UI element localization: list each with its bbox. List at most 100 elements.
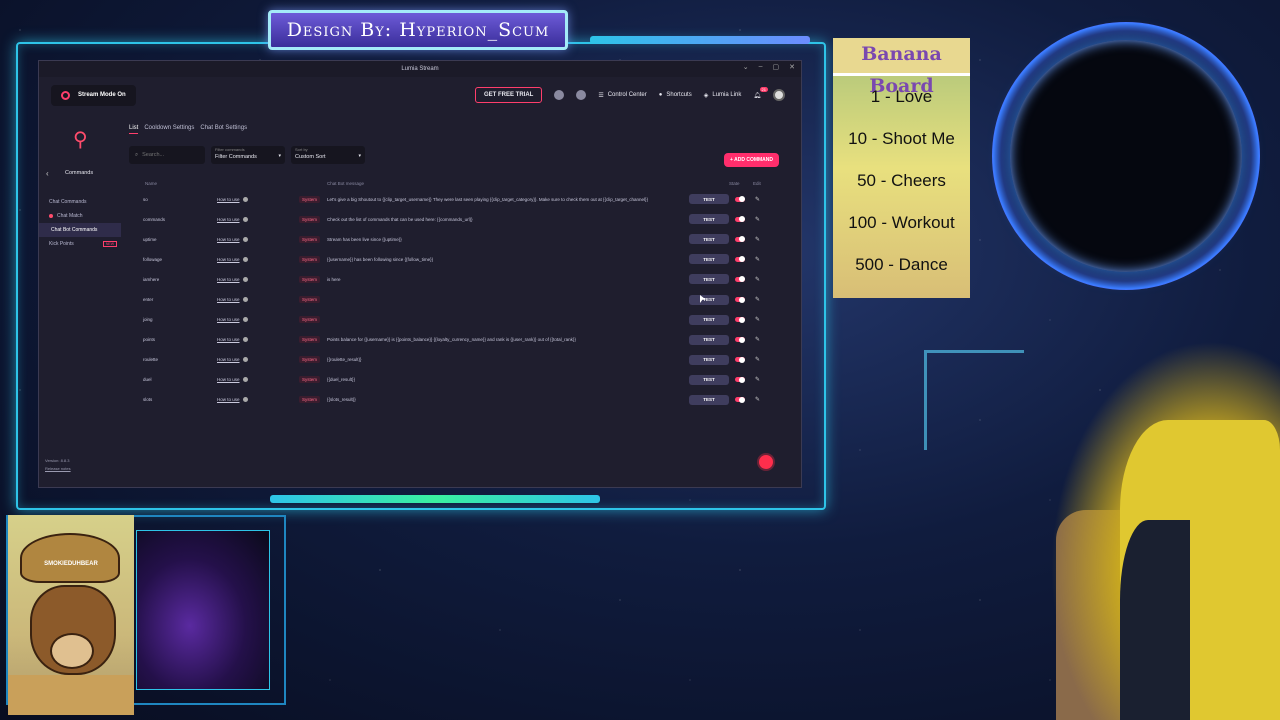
test-button[interactable]: TEST xyxy=(689,314,729,325)
table-row: iamhere How to use System is here TEST ✎ xyxy=(129,269,781,289)
search-input[interactable] xyxy=(142,152,197,158)
test-button[interactable]: TEST xyxy=(689,214,729,225)
edit-pencil-icon[interactable]: ✎ xyxy=(755,196,760,203)
chat-bot-message: {{slots_result}} xyxy=(327,397,356,403)
test-button[interactable]: TEST xyxy=(689,394,729,405)
help-icon[interactable] xyxy=(554,90,565,100)
minimize-button[interactable]: – xyxy=(759,63,763,71)
state-toggle[interactable] xyxy=(735,236,745,243)
sidebar-item-label: Chat Commands xyxy=(49,199,87,205)
test-button[interactable]: TEST xyxy=(689,234,729,245)
help-icon xyxy=(242,297,248,303)
collapse-button[interactable]: ⌄ xyxy=(743,63,749,71)
help-icon xyxy=(242,357,248,363)
chat-match-icon xyxy=(49,214,53,218)
system-badge: System xyxy=(299,235,321,243)
subtabs: List Cooldown Settings Chat Bot Settings xyxy=(129,113,781,134)
how-to-use-link[interactable]: How to use xyxy=(217,216,248,222)
test-button[interactable]: TEST xyxy=(689,334,729,345)
edit-pencil-icon[interactable]: ✎ xyxy=(755,396,760,403)
table-header: Name Chat Bot message State Edit xyxy=(129,181,781,189)
command-name: slots xyxy=(143,397,153,403)
state-toggle[interactable] xyxy=(735,296,745,303)
bell-icon: 🔔︎ xyxy=(753,92,761,99)
window-controls: ⌄ – ▢ ✕ xyxy=(743,63,795,71)
test-button[interactable]: TEST xyxy=(689,274,729,285)
sidebar-item-chat-match[interactable]: Chat Match xyxy=(49,209,121,223)
state-toggle[interactable] xyxy=(735,216,745,223)
sort-dropdown[interactable]: Sort by Custom Sort ▾ xyxy=(291,146,365,164)
table-row: enter How to use System TEST ✎ xyxy=(129,289,781,309)
edit-pencil-icon[interactable]: ✎ xyxy=(755,356,760,363)
how-to-use-link[interactable]: How to use xyxy=(217,337,248,343)
notifications-button[interactable]: 🔔︎ 21 xyxy=(753,86,768,99)
users-icon[interactable] xyxy=(576,90,587,100)
state-toggle[interactable] xyxy=(735,276,745,283)
chat-bot-message: {{username}} has been following since {{… xyxy=(327,256,434,262)
sidebar-item-chat-commands[interactable]: Chat Commands xyxy=(49,195,121,209)
how-to-use-link[interactable]: How to use xyxy=(217,377,248,383)
release-notes-link[interactable]: Release notes xyxy=(45,465,71,473)
help-icon xyxy=(242,236,248,242)
command-name: points xyxy=(143,337,156,343)
edit-pencil-icon[interactable]: ✎ xyxy=(755,236,760,243)
system-badge: System xyxy=(299,195,321,203)
header-message: Chat Bot message xyxy=(327,181,365,186)
how-to-use-link[interactable]: How to use xyxy=(217,236,248,242)
state-toggle[interactable] xyxy=(735,396,745,403)
search-box[interactable]: ⌕ xyxy=(129,146,205,164)
back-chevron-icon[interactable]: ‹ xyxy=(46,169,49,178)
state-toggle[interactable] xyxy=(735,376,745,383)
sidebar-item-kick-points[interactable]: Kick Points NEW xyxy=(49,237,121,251)
lumia-link-button[interactable]: ◈ Lumia Link xyxy=(704,92,742,99)
edit-pencil-icon[interactable]: ✎ xyxy=(755,296,760,303)
close-button[interactable]: ✕ xyxy=(789,63,795,71)
state-toggle[interactable] xyxy=(735,256,745,263)
sidebar: ⚲ ‹ Commands Chat Commands Chat Match Ch… xyxy=(39,113,121,487)
test-button[interactable]: TEST xyxy=(689,194,729,205)
control-center-button[interactable]: ☰ Control Center xyxy=(598,92,646,99)
edit-pencil-icon[interactable]: ✎ xyxy=(755,256,760,263)
record-fab-button[interactable] xyxy=(759,455,773,469)
test-button[interactable]: TEST xyxy=(689,374,729,385)
get-free-trial-button[interactable]: GET FREE TRIAL xyxy=(474,87,543,103)
tab-cooldown-settings[interactable]: Cooldown Settings xyxy=(144,125,194,134)
edit-pencil-icon[interactable]: ✎ xyxy=(755,276,760,283)
chevron-down-icon: ▾ xyxy=(358,153,361,159)
how-to-use-link[interactable]: How to use xyxy=(217,276,248,282)
state-toggle[interactable] xyxy=(735,196,745,203)
edit-pencil-icon[interactable]: ✎ xyxy=(755,336,760,343)
how-to-use-link[interactable]: How to use xyxy=(217,256,248,262)
tab-chat-bot-settings[interactable]: Chat Bot Settings xyxy=(200,125,247,134)
filter-commands-dropdown[interactable]: Filter commands Filter Commands ▾ xyxy=(211,146,285,164)
shortcuts-label: Shortcuts xyxy=(666,92,692,98)
edit-pencil-icon[interactable]: ✎ xyxy=(755,316,760,323)
edit-pencil-icon[interactable]: ✎ xyxy=(755,376,760,383)
stream-mode-toggle[interactable]: Stream Mode On xyxy=(51,84,136,106)
edit-pencil-icon[interactable]: ✎ xyxy=(755,216,760,223)
how-to-use-link[interactable]: How to use xyxy=(217,297,248,303)
test-button[interactable]: TEST xyxy=(689,354,729,365)
maximize-button[interactable]: ▢ xyxy=(773,63,780,71)
shortcuts-button[interactable]: ● Shortcuts xyxy=(659,92,692,98)
window-title: Lumia Stream xyxy=(401,66,439,72)
state-toggle[interactable] xyxy=(735,316,745,323)
how-to-use-link[interactable]: How to use xyxy=(217,357,248,363)
avatar[interactable] xyxy=(773,89,785,101)
table-row: slots How to use System {{slots_result}} TES… xyxy=(129,390,781,410)
system-badge: System xyxy=(299,396,321,404)
banana-board-item: 10 - Shoot Me xyxy=(848,129,955,148)
state-toggle[interactable] xyxy=(735,336,745,343)
chat-bot-message: is here xyxy=(327,276,341,282)
add-command-button[interactable]: + ADD COMMAND xyxy=(723,153,779,167)
search-icon: ⌕ xyxy=(135,151,139,158)
test-button[interactable]: TEST xyxy=(689,294,729,305)
test-button[interactable]: TEST xyxy=(689,254,729,265)
state-toggle[interactable] xyxy=(735,356,745,363)
how-to-use-link[interactable]: How to use xyxy=(217,397,248,403)
tab-list[interactable]: List xyxy=(129,125,139,134)
help-icon xyxy=(242,337,248,343)
how-to-use-link[interactable]: How to use xyxy=(217,317,248,323)
sidebar-item-chat-bot-commands[interactable]: Chat Bot Commands xyxy=(39,223,121,237)
how-to-use-link[interactable]: How to use xyxy=(217,196,248,202)
